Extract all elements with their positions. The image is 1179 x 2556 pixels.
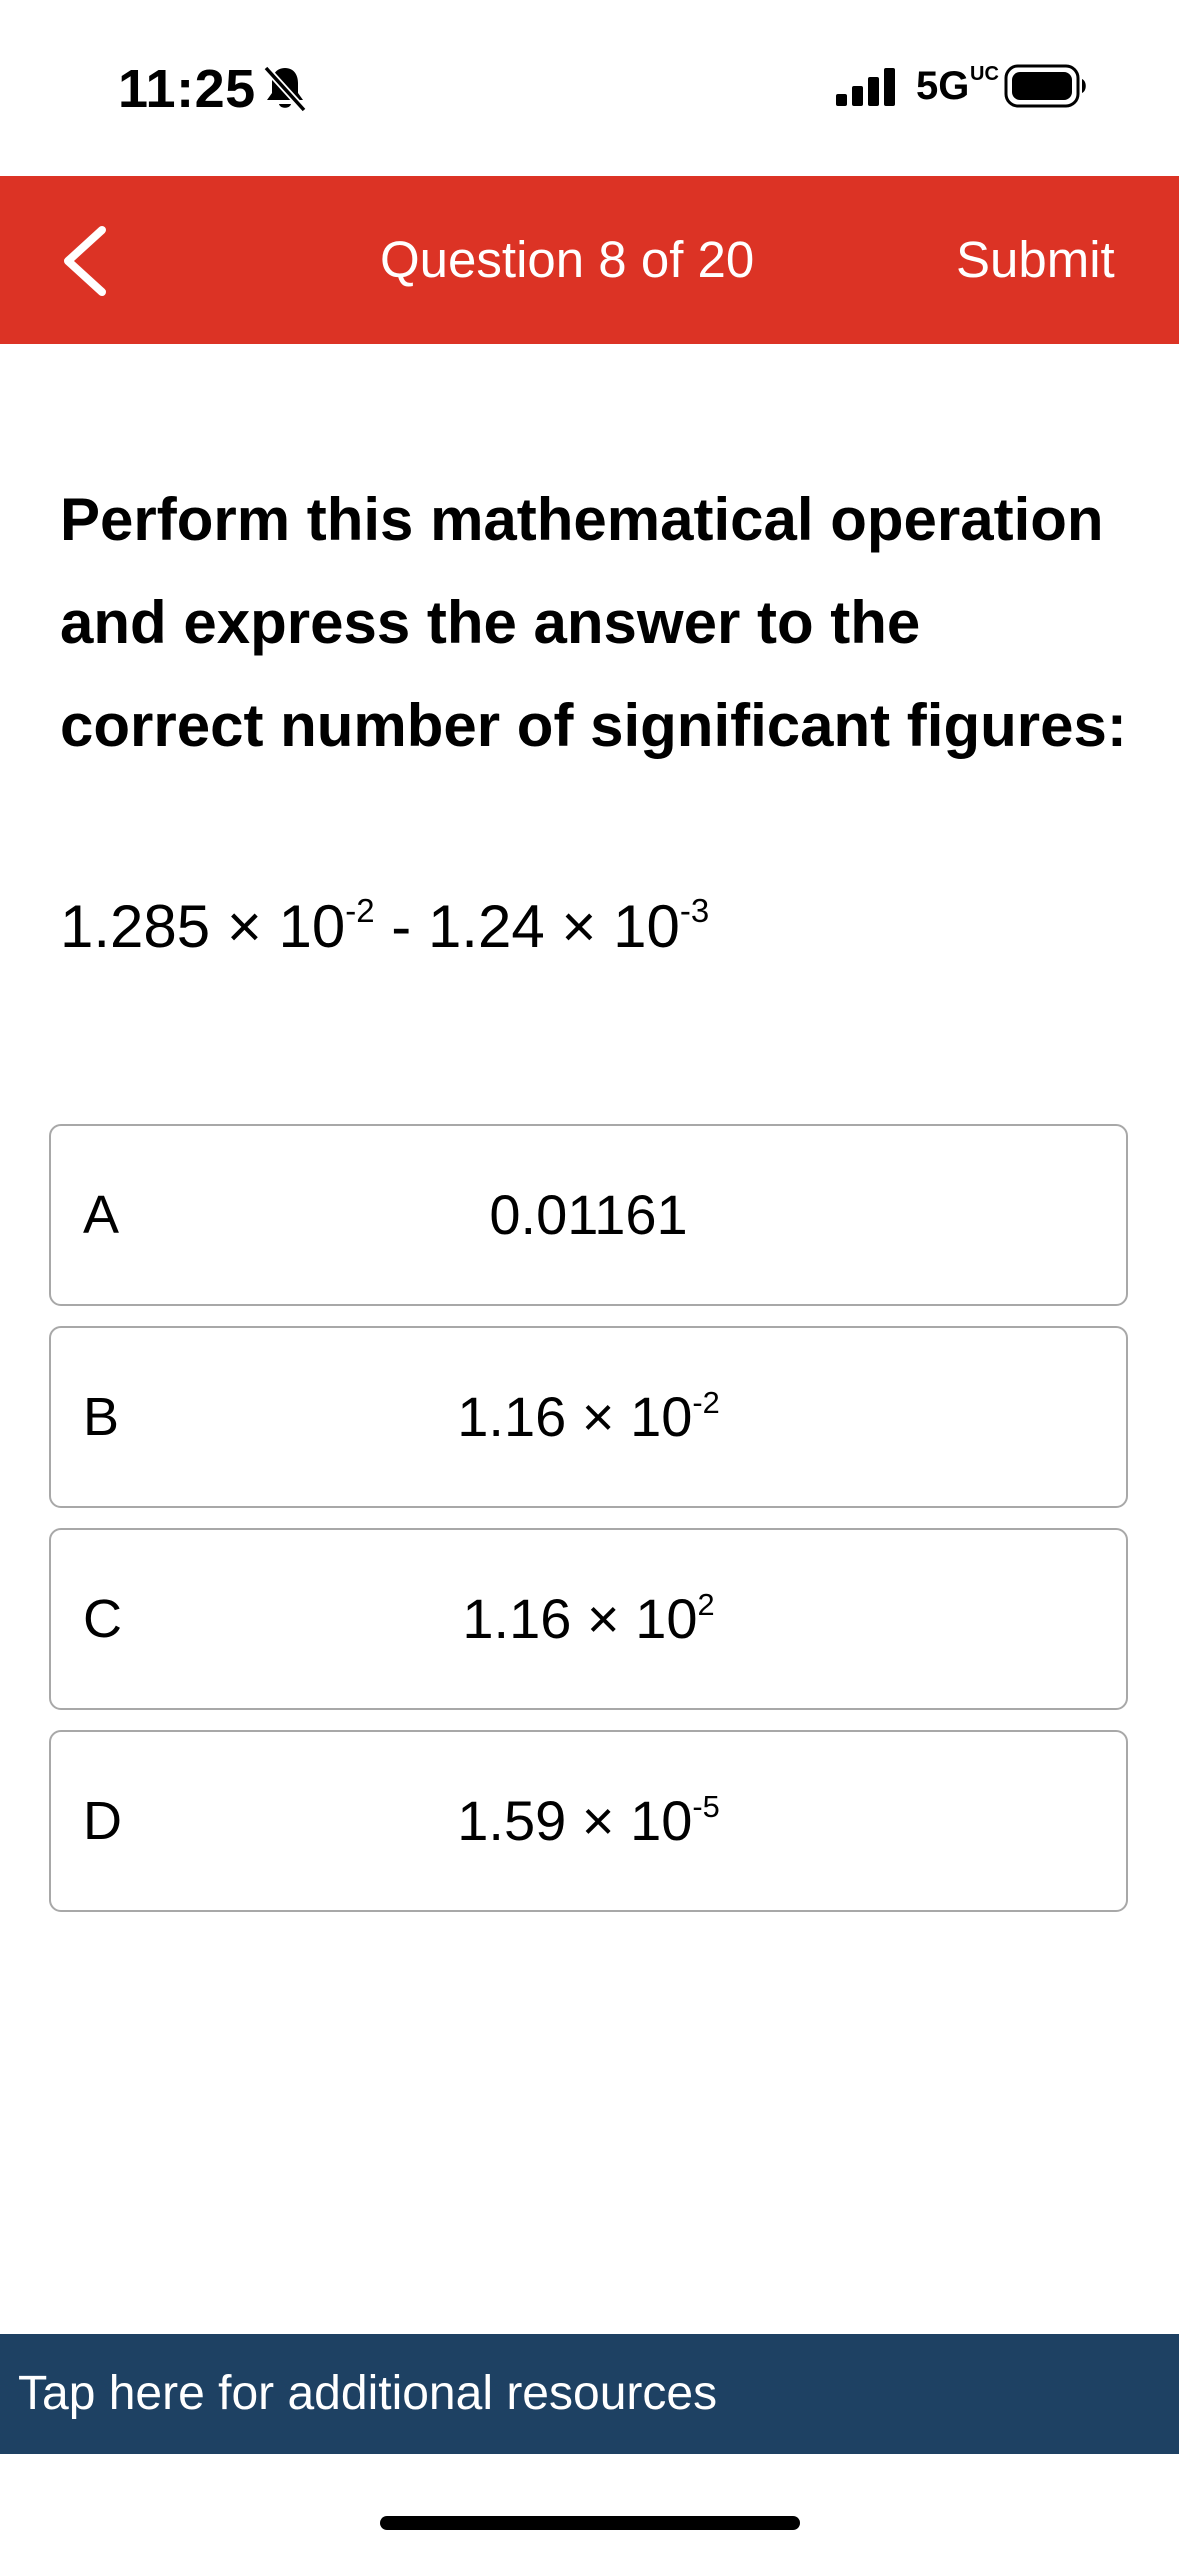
choice-d[interactable]: D 1.59 × 10-5 — [49, 1730, 1128, 1912]
question-progress-title: Question 8 of 20 — [380, 231, 755, 288]
expression-term1-exponent: -2 — [345, 892, 375, 930]
choice-value: 1.16 × 102 — [51, 1530, 1126, 1708]
question-expression: 1.285 × 10-2 - 1.24 × 10-3 — [60, 892, 709, 961]
signal-icon — [836, 68, 895, 106]
status-time: 11:25 — [118, 59, 256, 119]
network-sub-label: UC — [970, 63, 999, 85]
network-label: 5G — [916, 64, 970, 108]
expression-operator: - — [374, 893, 428, 960]
submit-button[interactable]: Submit — [956, 230, 1115, 289]
additional-resources-button[interactable]: Tap here for additional resources — [0, 2334, 1179, 2454]
choice-b[interactable]: B 1.16 × 10-2 — [49, 1326, 1128, 1508]
additional-resources-label: Tap here for additional resources — [18, 2367, 718, 2420]
expression-term2-exponent: -3 — [679, 892, 710, 930]
choice-a[interactable]: A 0.01161 — [49, 1124, 1128, 1306]
choice-value: 1.59 × 10-5 — [51, 1732, 1126, 1910]
home-indicator[interactable] — [380, 2516, 800, 2530]
back-chevron-icon[interactable] — [50, 216, 130, 306]
choice-value: 1.16 × 10-2 — [51, 1328, 1126, 1506]
choice-exponent: 2 — [697, 1586, 715, 1622]
choice-exponent: -2 — [692, 1384, 720, 1420]
choice-value: 0.01161 — [51, 1126, 1126, 1304]
expression-term1: 1.285 × 10 — [60, 893, 346, 960]
choice-value-text: 1.16 × 10 — [457, 1385, 693, 1448]
choice-exponent: -5 — [692, 1788, 720, 1824]
status-bar: 11:25 5G UC — [0, 0, 1179, 176]
header-bar: Question 8 of 20 Submit — [0, 176, 1179, 344]
question-prompt: Perform this mathematical operation and … — [60, 486, 1127, 759]
bell-muted-icon — [263, 65, 307, 112]
expression-term2: 1.24 × 10 — [427, 893, 680, 960]
choice-c[interactable]: C 1.16 × 102 — [49, 1528, 1128, 1710]
choice-value-text: 1.59 × 10 — [457, 1789, 693, 1852]
quiz-screen: 11:25 5G UC Question 8 of 20 Submit Perf… — [0, 0, 1179, 2556]
choice-value-text: 0.01161 — [489, 1183, 688, 1246]
battery-icon — [1004, 64, 1086, 108]
choice-value-text: 1.16 × 10 — [462, 1587, 698, 1650]
